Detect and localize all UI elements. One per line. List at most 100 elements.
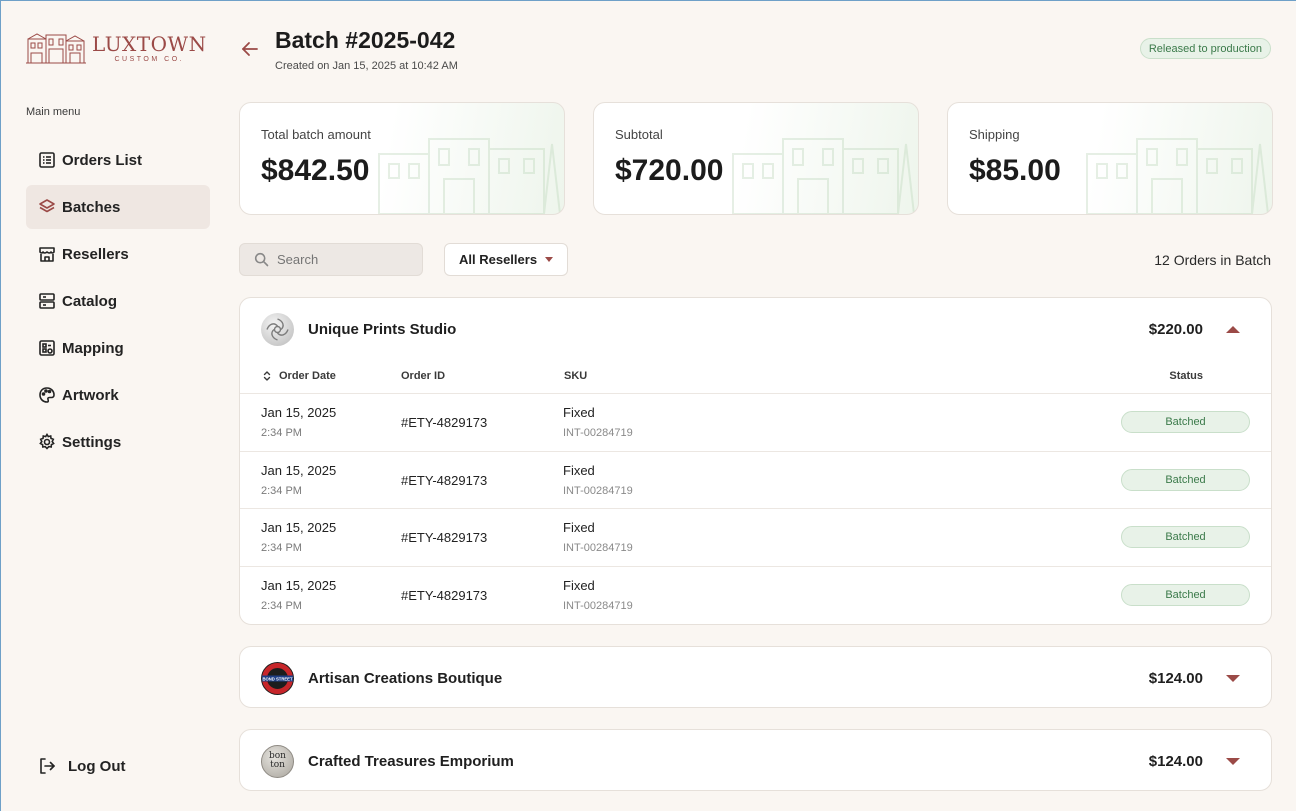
sidebar-item-label: Artwork [62,386,119,404]
status-badge: Batched [1121,468,1250,491]
palette-icon [38,386,56,404]
order-date: Jan 15, 2025 [261,405,337,420]
reseller-avatar: BOND STREET [261,661,294,695]
reseller-name: Unique Prints Studio [308,320,457,338]
reseller-group-header[interactable]: Unique Prints Studio $220.00 [240,298,1271,360]
caret-down-icon [545,257,554,262]
sku-name: Fixed [563,577,595,593]
status-badge: Batched [1121,411,1250,433]
layers-icon [38,198,56,216]
order-count: 12 Orders in Batch [1154,252,1271,268]
reseller-name: Artisan Creations Boutique [308,669,503,687]
table-row[interactable]: Jan 15, 2025 2:34 PM #ETY-4829173 Fixed … [240,509,1271,567]
total-amount-value: $842.50 [261,154,370,187]
order-id: #ETY-4829173 [401,587,488,603]
chevron-down-icon[interactable] [1226,757,1240,765]
sidebar-item-artwork[interactable]: Artwork [26,373,210,417]
storefront-watermark-icon [732,138,915,214]
reseller-name: Crafted Treasures Emporium [308,752,514,770]
sidebar-item-label: Settings [62,433,122,451]
order-date: Jan 15, 2025 [261,520,337,535]
main-nav: Orders List Batches Resellers Catalog Ma… [26,138,210,467]
sku-column-header: SKU [564,370,588,382]
subtotal-value: $720.00 [615,154,724,187]
order-date: Jan 15, 2025 [261,577,337,593]
sidebar-item-label: Mapping [62,339,124,357]
page-subtitle: Created on Jan 15, 2025 at 10:42 AM [275,60,458,72]
gear-icon [38,433,56,451]
brand-name: LUXTOWN [92,32,207,56]
shipping-value: $85.00 [969,154,1061,187]
main-menu-label: Main menu [26,106,81,118]
sidebar-item-catalog[interactable]: Catalog [26,279,210,323]
reseller-group-header[interactable]: BOND STREET Artisan Creations Boutique $… [240,647,1271,707]
search-box[interactable] [239,243,423,276]
order-id: #ETY-4829173 [401,415,488,430]
sidebar: LUXTOWN CUSTOM CO. Main menu Orders List… [1,1,227,811]
sku-code: INT-00284719 [563,484,633,497]
chevron-up-icon[interactable] [1226,325,1240,333]
reseller-avatar: bon ton [261,744,294,778]
status-badge: Batched [1121,526,1250,548]
total-amount-card: Total batch amount $842.50 [239,102,565,215]
table-row[interactable]: Jan 15, 2025 2:34 PM #ETY-4829173 Fixed … [240,567,1271,625]
page-title: Batch #2025-042 [275,27,456,53]
sku-code: INT-00284719 [563,427,633,439]
order-time: 2:34 PM [261,484,302,497]
sidebar-item-label: Batches [62,198,121,216]
table-row[interactable]: Jan 15, 2025 2:34 PM #ETY-4829173 Fixed … [240,394,1271,452]
catalog-icon [38,292,56,310]
sidebar-item-settings[interactable]: Settings [26,420,210,464]
search-input[interactable] [277,252,417,267]
back-arrow-icon[interactable] [240,39,260,59]
chevron-down-icon[interactable] [1226,674,1240,682]
sku-code: INT-00284719 [563,599,633,612]
order-time: 2:34 PM [261,599,302,612]
mapping-icon [38,339,56,357]
storefront-watermark-icon [378,138,561,214]
status-badge: Batched [1121,583,1250,606]
batch-status-badge: Released to production [1139,38,1271,59]
storefront-logo-icon [26,33,86,64]
status-column-header: Status [1169,370,1203,382]
reseller-filter-dropdown[interactable]: All Resellers [444,243,568,276]
list-icon [38,151,56,169]
sidebar-item-label: Orders List [62,151,143,169]
order-date-column-header[interactable]: Order Date [262,370,336,382]
logout-icon [38,757,56,775]
reseller-group: bon ton Crafted Treasures Emporium $124.… [239,729,1272,791]
brand-logo[interactable]: LUXTOWN CUSTOM CO. [26,31,207,65]
sku-name: Fixed [563,462,595,478]
sidebar-item-resellers[interactable]: Resellers [26,232,210,276]
reseller-amount: $124.00 [1148,669,1203,687]
reseller-avatar-text: BOND STREET [262,676,292,681]
reseller-group: Unique Prints Studio $220.00 Order Date … [239,297,1272,625]
reseller-amount: $220.00 [1148,320,1203,338]
sku-code: INT-00284719 [563,542,633,554]
reseller-avatar [261,312,294,346]
sidebar-item-orders-list[interactable]: Orders List [26,138,210,182]
order-time: 2:34 PM [261,542,302,554]
reseller-group-header[interactable]: bon ton Crafted Treasures Emporium $124.… [240,730,1271,790]
storefront-watermark-icon [1086,138,1269,214]
order-date-header-label: Order Date [279,370,336,382]
sidebar-item-batches[interactable]: Batches [26,185,210,229]
sku-name: Fixed [563,405,595,420]
order-time: 2:34 PM [261,427,302,439]
store-icon [38,245,56,263]
sidebar-item-label: Catalog [62,292,118,310]
table-header: Order Date Order ID SKU Status [240,360,1271,394]
sort-icon [263,371,271,381]
logout-button[interactable]: Log Out [38,757,125,775]
reseller-filter-label: All Resellers [459,252,538,267]
total-amount-label: Total batch amount [261,127,371,142]
order-date: Jan 15, 2025 [261,462,337,478]
sidebar-item-mapping[interactable]: Mapping [26,326,210,370]
sidebar-item-label: Resellers [62,245,129,263]
brand-tagline: CUSTOM CO. [114,56,185,63]
search-icon [254,252,269,267]
subtotal-label: Subtotal [615,127,663,142]
table-row[interactable]: Jan 15, 2025 2:34 PM #ETY-4829173 Fixed … [240,452,1271,509]
reseller-amount: $124.00 [1148,752,1203,770]
brand-text: LUXTOWN CUSTOM CO. [92,33,207,63]
